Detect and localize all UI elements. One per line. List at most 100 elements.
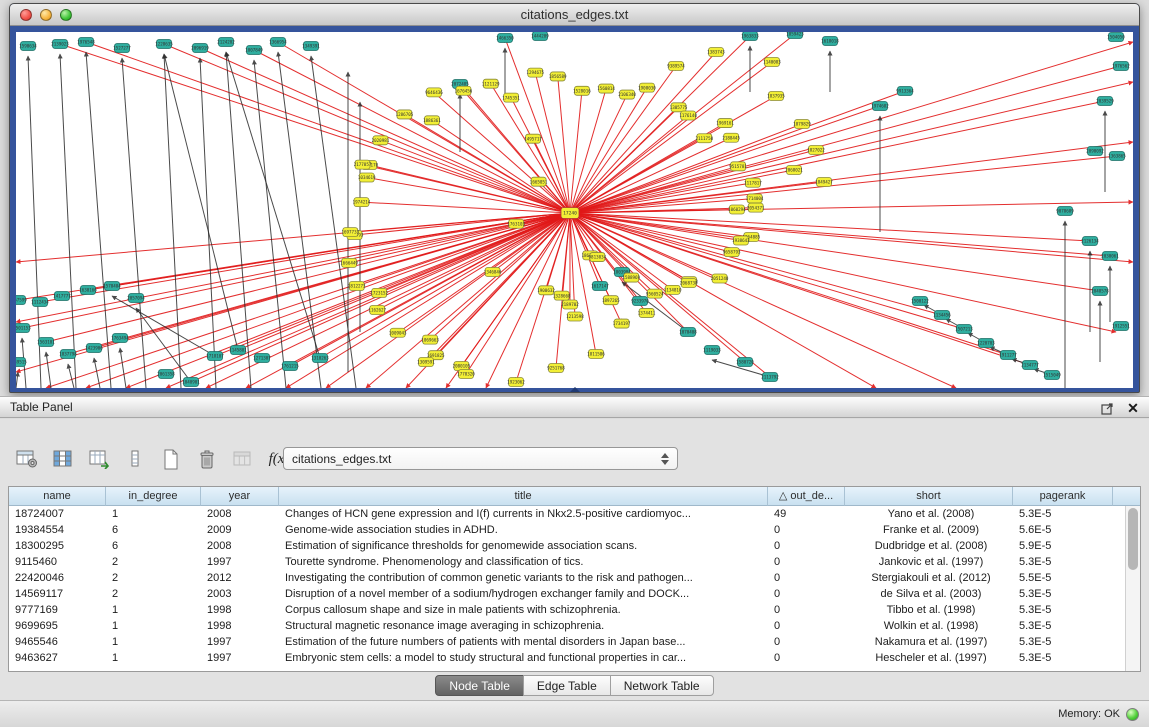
graph-edge[interactable] (278, 52, 321, 388)
graph-node[interactable]: 1974214 (353, 198, 371, 207)
graph-node[interactable]: 1117817 (744, 178, 762, 187)
graph-edge[interactable] (505, 38, 570, 213)
graph-node[interactable]: 2061358 (157, 370, 175, 379)
graph-node[interactable]: 1495717 (524, 134, 542, 143)
graph-edge[interactable] (164, 44, 570, 213)
graph-node[interactable]: 1723152 (370, 288, 388, 297)
graph-node[interactable]: 1528016 (573, 86, 591, 95)
graph-node[interactable]: 1718107 (206, 352, 224, 361)
graph-node[interactable]: 9078689 (1056, 207, 1074, 216)
graph-node[interactable]: 9515781 (729, 162, 747, 171)
graph-node[interactable]: 2068738 (680, 278, 698, 287)
graph-node[interactable]: 2090092 (1086, 147, 1104, 156)
graph-node[interactable]: 1162627 (368, 305, 386, 314)
scrollbar-thumb[interactable] (1128, 508, 1138, 570)
zoom-button[interactable] (60, 9, 72, 21)
graph-node[interactable]: 1837935 (767, 92, 785, 101)
resize-grip[interactable] (570, 387, 580, 392)
graph-edge[interactable] (46, 213, 570, 342)
close-button[interactable] (20, 9, 32, 21)
graph-edge[interactable] (60, 44, 570, 213)
graph-node[interactable]: 1969161 (716, 119, 734, 128)
graph-node[interactable]: 2051240 (711, 274, 729, 283)
graph-node[interactable]: 2134777 (1021, 361, 1039, 370)
table-row[interactable]: 1872400712008Changes of HCN gene express… (9, 506, 1140, 522)
graph-node[interactable]: 1963833 (741, 32, 759, 41)
graph-node[interactable]: 1578484 (103, 282, 121, 291)
float-panel-button[interactable] (1099, 400, 1115, 416)
graph-edge[interactable] (86, 52, 111, 388)
graph-node[interactable]: 1900632 (537, 286, 555, 295)
tab-node-table[interactable]: Node Table (435, 675, 524, 696)
graph-node[interactable]: 2068021 (785, 166, 803, 175)
graph-node[interactable]: 9233970 (631, 297, 649, 306)
graph-node[interactable]: 2048578 (1091, 287, 1109, 296)
table-row[interactable]: 911546021997Tourette syndrome. Phenomeno… (9, 554, 1140, 570)
graph-node[interactable]: 1666449 (340, 258, 358, 267)
graph-node[interactable]: 1070408 (679, 328, 697, 337)
table-mode-button[interactable] (12, 444, 42, 474)
graph-node[interactable]: 1778320 (457, 370, 475, 379)
graph-node[interactable]: 1374411 (638, 308, 656, 317)
graph-node[interactable]: 1957599 (16, 296, 27, 305)
graph-node[interactable]: 1697733 (341, 228, 359, 237)
graph-node[interactable]: 1309591 (417, 358, 435, 367)
graph-node[interactable]: 1976548 (77, 38, 95, 47)
graph-node[interactable]: 1145801 (229, 346, 247, 355)
graph-node[interactable]: 1213598 (566, 312, 584, 321)
graph-edge[interactable] (570, 101, 1105, 213)
graph-edge[interactable] (570, 124, 802, 213)
graph-edge[interactable] (16, 372, 18, 388)
graph-node[interactable]: 9251768 (547, 364, 565, 373)
graph-node[interactable]: 1286705 (396, 110, 414, 119)
graph-node[interactable]: 1140083 (763, 58, 781, 67)
column-header-6[interactable]: pagerank (1013, 487, 1113, 506)
graph-node[interactable]: 2177857 (354, 160, 372, 169)
graph-node[interactable]: 1049515 (16, 358, 27, 367)
graph-node[interactable]: 1228635 (155, 40, 173, 49)
graph-node[interactable]: 1665051 (530, 177, 548, 186)
graph-node[interactable]: 1974682 (871, 102, 889, 111)
tab-edge-table[interactable]: Edge Table (523, 675, 611, 696)
minimize-button[interactable] (40, 9, 52, 21)
graph-edge[interactable] (311, 56, 356, 388)
graph-node[interactable]: 2124202 (217, 38, 235, 47)
graph-edge[interactable] (491, 84, 570, 213)
delete-table-button[interactable] (192, 444, 222, 474)
graph-node[interactable]: 1527277 (113, 44, 131, 53)
graph-edge[interactable] (164, 54, 181, 388)
graph-node[interactable]: 9913364 (896, 87, 914, 96)
graph-node[interactable]: 1417777 (53, 292, 71, 301)
graph-node[interactable]: 1007849 (245, 46, 263, 55)
graph-node[interactable]: 9501153 (16, 324, 31, 333)
graph-edge[interactable] (112, 296, 215, 356)
graph-node[interactable]: 1034619 (358, 173, 376, 182)
graph-edge[interactable] (226, 52, 251, 388)
graph-node[interactable]: 2106340 (618, 90, 636, 99)
graph-node[interactable]: 1134810 (664, 285, 682, 294)
close-panel-button[interactable]: ✕ (1125, 400, 1141, 416)
graph-node[interactable]: 1976562 (1112, 62, 1130, 71)
window-titlebar[interactable]: citations_edges.txt (10, 4, 1139, 26)
graph-node[interactable]: 1363865 (1108, 152, 1126, 161)
graph-node[interactable]: 1560814 (597, 84, 615, 93)
graph-edge[interactable] (434, 92, 570, 213)
column-header-5[interactable]: short (845, 487, 1013, 506)
graph-node[interactable]: 1515049 (1043, 371, 1061, 380)
graph-node[interactable]: 2111750 (695, 134, 713, 143)
graph-edge[interactable] (570, 34, 795, 213)
graph-node[interactable]: 1563101 (37, 338, 55, 347)
graph-node[interactable]: 1617147 (591, 282, 609, 291)
graph-node[interactable]: 1346846 (484, 267, 502, 276)
vertical-scrollbar[interactable] (1125, 506, 1140, 671)
graph-node[interactable]: 1912551 (1112, 322, 1130, 331)
table-row[interactable]: 969969511998Structural magnetic resonanc… (9, 618, 1140, 634)
graph-node[interactable]: 1310263 (311, 354, 329, 363)
graph-edge[interactable] (363, 165, 570, 213)
graph-node[interactable]: 1040901 (182, 378, 200, 387)
graph-node[interactable]: 1763103 (507, 219, 525, 228)
graph-node[interactable]: 1879829 (793, 120, 811, 129)
graph-edge[interactable] (120, 348, 126, 388)
graph-node[interactable]: 2054371 (747, 203, 765, 212)
graph-node[interactable]: 1349391 (302, 42, 320, 51)
